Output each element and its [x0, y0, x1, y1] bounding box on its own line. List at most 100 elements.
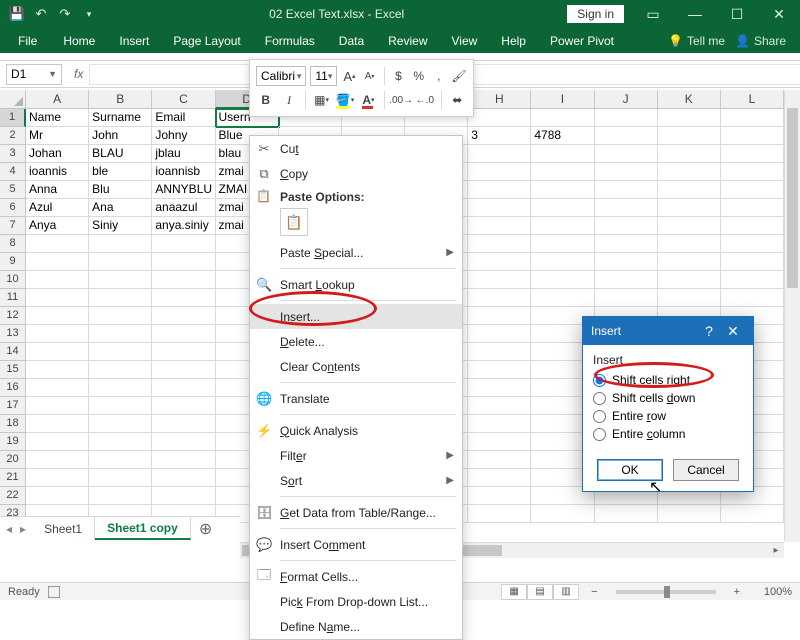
zoom-out-icon[interactable]: −: [587, 586, 601, 598]
cell[interactable]: [595, 289, 658, 307]
cell[interactable]: BLAU: [89, 145, 152, 163]
cell[interactable]: [152, 469, 215, 487]
decrease-decimal-icon[interactable]: ←.0: [415, 90, 434, 110]
tell-me[interactable]: 💡Tell me: [668, 34, 725, 48]
cell[interactable]: [721, 505, 784, 523]
cell[interactable]: [26, 361, 89, 379]
name-box[interactable]: D1 ▼: [6, 64, 62, 85]
cell[interactable]: [721, 271, 784, 289]
cell[interactable]: [595, 163, 658, 181]
cell[interactable]: [468, 217, 531, 235]
cell[interactable]: [721, 235, 784, 253]
cell[interactable]: [89, 343, 152, 361]
cell[interactable]: [658, 145, 721, 163]
tab-view[interactable]: View: [440, 30, 490, 52]
cell[interactable]: Surname: [89, 109, 152, 127]
cell[interactable]: [89, 271, 152, 289]
cm-format-cells[interactable]: 🗔Format Cells...: [250, 564, 462, 589]
radio-shift-right[interactable]: Shift cells right: [593, 371, 743, 389]
tab-power-pivot[interactable]: Power Pivot: [538, 30, 626, 52]
cell[interactable]: [531, 109, 594, 127]
cell[interactable]: [89, 469, 152, 487]
cell[interactable]: [152, 379, 215, 397]
fx-icon[interactable]: fx: [68, 67, 89, 81]
tab-insert[interactable]: Insert: [107, 30, 161, 52]
help-icon[interactable]: ?: [697, 323, 721, 339]
cm-define-name[interactable]: Define Name...: [250, 614, 462, 639]
cell[interactable]: 3: [468, 127, 531, 145]
tab-page-layout[interactable]: Page Layout: [161, 30, 252, 52]
cell[interactable]: [468, 271, 531, 289]
cell[interactable]: jblau: [152, 145, 215, 163]
cm-filter[interactable]: Filter▶: [250, 443, 462, 468]
bold-icon[interactable]: B: [256, 90, 275, 110]
cell[interactable]: [468, 433, 531, 451]
cell[interactable]: [531, 199, 594, 217]
cell[interactable]: [721, 109, 784, 127]
cell[interactable]: [468, 361, 531, 379]
cell[interactable]: Anya: [26, 217, 89, 235]
cell[interactable]: [26, 289, 89, 307]
row-header[interactable]: 19: [0, 433, 26, 451]
increase-decimal-icon[interactable]: .00→: [391, 90, 411, 110]
cell[interactable]: [468, 415, 531, 433]
row-header[interactable]: 11: [0, 289, 26, 307]
row-header[interactable]: 15: [0, 361, 26, 379]
cell[interactable]: [468, 181, 531, 199]
cm-copy[interactable]: ⧉Copy: [250, 161, 462, 186]
select-all-button[interactable]: [0, 90, 26, 109]
row-header[interactable]: 13: [0, 325, 26, 343]
column-header[interactable]: B: [89, 90, 152, 109]
minimize-icon[interactable]: —: [674, 0, 716, 28]
radio-shift-down[interactable]: Shift cells down: [593, 389, 743, 407]
row-header[interactable]: 22: [0, 487, 26, 505]
cell[interactable]: [468, 109, 531, 127]
cell[interactable]: Email: [152, 109, 215, 127]
cell[interactable]: [26, 325, 89, 343]
redo-icon[interactable]: ↷: [56, 5, 74, 23]
cell[interactable]: [26, 415, 89, 433]
cell[interactable]: [721, 217, 784, 235]
row-header[interactable]: 6: [0, 199, 26, 217]
cell[interactable]: [658, 271, 721, 289]
cell[interactable]: [658, 163, 721, 181]
cell[interactable]: [152, 271, 215, 289]
cell[interactable]: [468, 199, 531, 217]
cell[interactable]: [531, 253, 594, 271]
cell[interactable]: [152, 415, 215, 433]
tab-file[interactable]: File: [4, 30, 51, 52]
cell[interactable]: [468, 487, 531, 505]
view-page-layout-icon[interactable]: ▤: [527, 584, 553, 600]
cell[interactable]: [721, 145, 784, 163]
cell[interactable]: [531, 181, 594, 199]
cell[interactable]: Siniy: [89, 217, 152, 235]
paste-default-icon[interactable]: 📋: [280, 208, 308, 236]
vertical-scrollbar[interactable]: [784, 90, 800, 542]
signin-button[interactable]: Sign in: [567, 5, 624, 23]
column-header[interactable]: H: [468, 90, 531, 109]
cell[interactable]: [89, 289, 152, 307]
cell[interactable]: [595, 271, 658, 289]
chevron-down-icon[interactable]: ▼: [48, 69, 57, 79]
cell[interactable]: [468, 379, 531, 397]
cell[interactable]: [658, 505, 721, 523]
cell[interactable]: [531, 163, 594, 181]
cell[interactable]: [658, 181, 721, 199]
cell[interactable]: [595, 253, 658, 271]
cell[interactable]: [595, 181, 658, 199]
cell[interactable]: ANNYBLU: [152, 181, 215, 199]
cell[interactable]: [658, 235, 721, 253]
share-button[interactable]: 👤Share: [725, 30, 796, 52]
cell[interactable]: John: [89, 127, 152, 145]
fill-color-icon[interactable]: 🪣▾: [335, 90, 354, 110]
cell[interactable]: Mr: [26, 127, 89, 145]
cm-get-data[interactable]: 🗄Get Data from Table/Range...: [250, 500, 462, 525]
cell[interactable]: [595, 505, 658, 523]
sheet-tab-sheet1-copy[interactable]: Sheet1 copy: [95, 517, 191, 540]
row-header[interactable]: 8: [0, 235, 26, 253]
close-icon[interactable]: ✕: [758, 0, 800, 28]
cell[interactable]: [152, 397, 215, 415]
font-color-icon[interactable]: A▾: [359, 90, 378, 110]
cell[interactable]: [152, 433, 215, 451]
view-page-break-icon[interactable]: ▥: [553, 584, 579, 600]
